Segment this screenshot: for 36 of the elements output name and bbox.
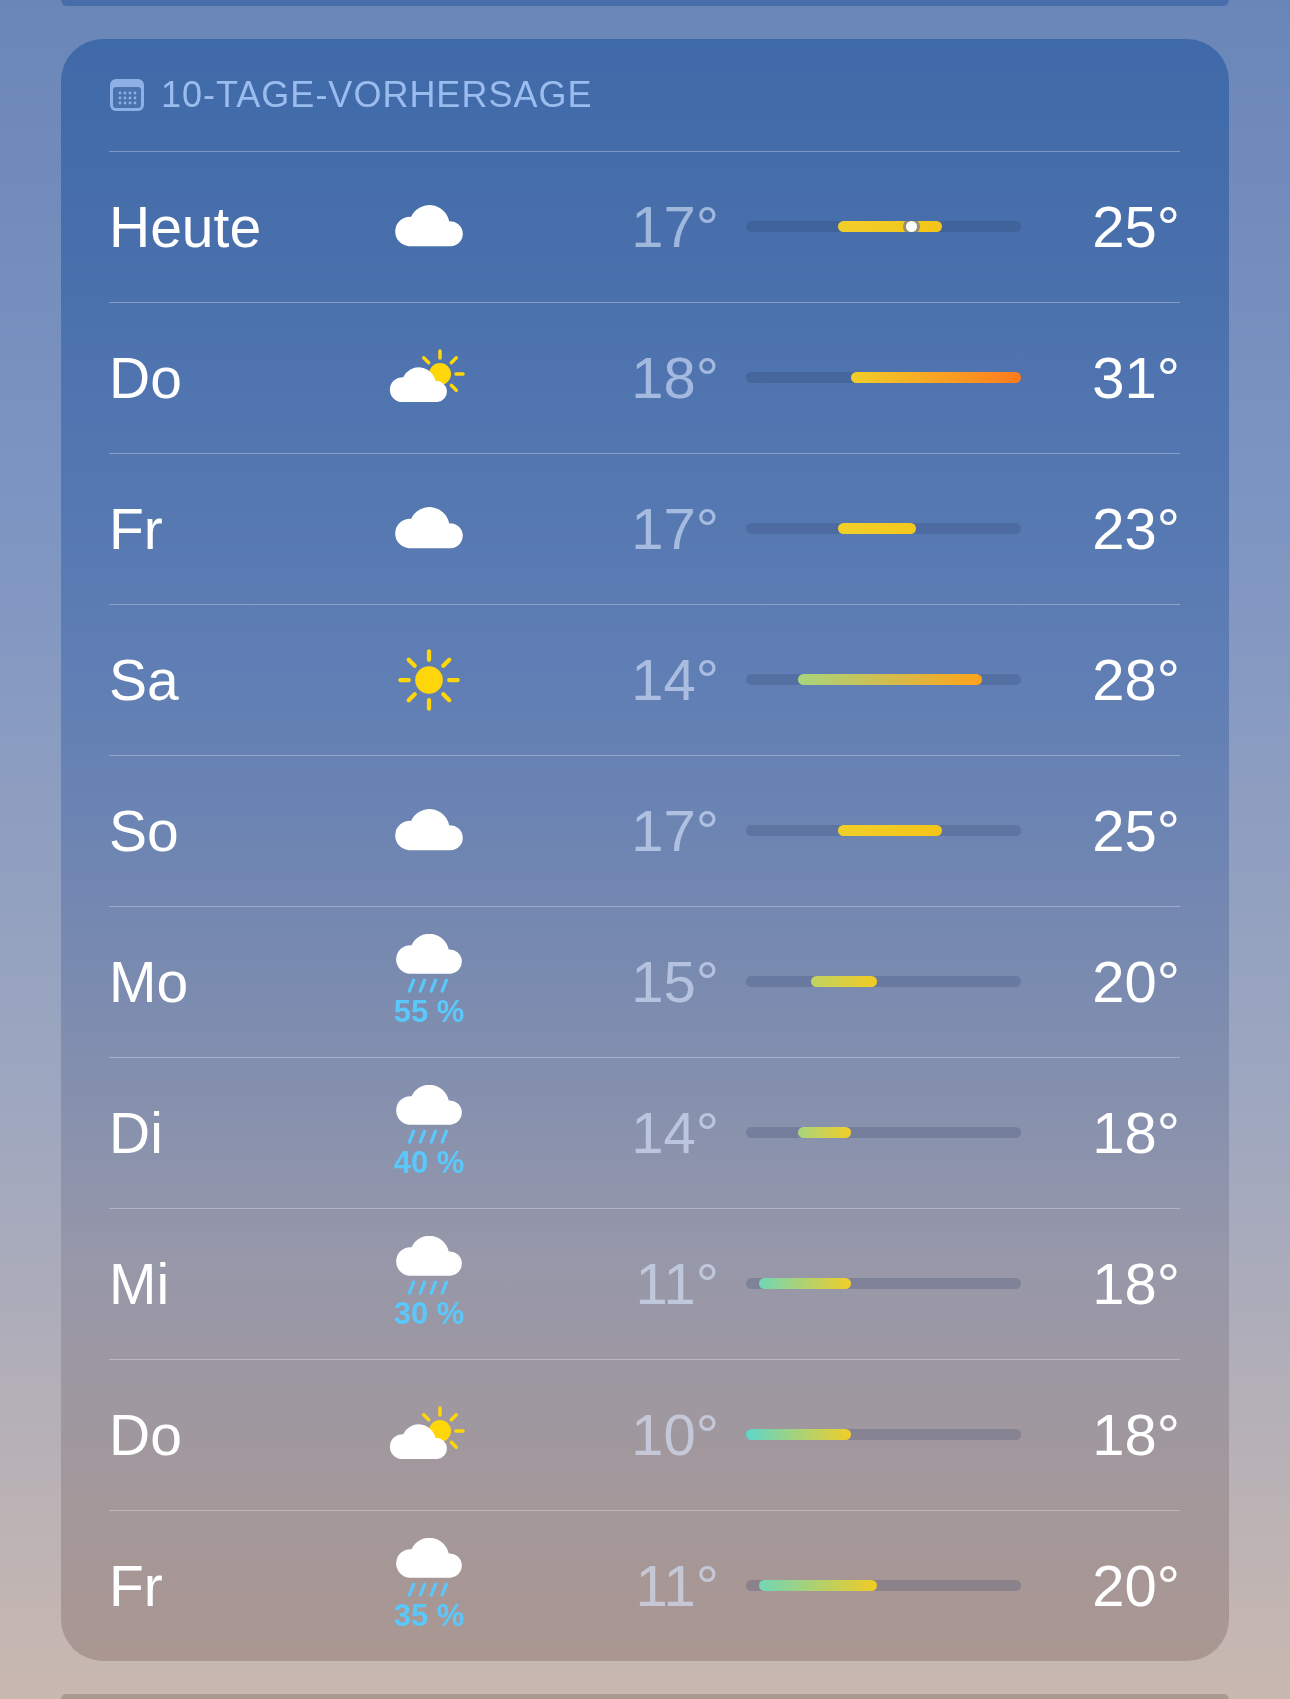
precipitation-chance: 35 % — [393, 1597, 465, 1634]
temperature-range-bar — [811, 976, 877, 987]
high-temperature: 25° — [1092, 193, 1180, 260]
day-label: Mi — [109, 1250, 171, 1317]
day-label: Mo — [109, 948, 190, 1015]
temperature-range-bar — [798, 1127, 851, 1138]
day-label: Fr — [109, 1552, 164, 1619]
high-temperature: 31° — [1092, 344, 1180, 411]
high-temperature: 18° — [1092, 1401, 1180, 1468]
precipitation-chance: 40 % — [393, 1144, 465, 1181]
day-label: Fr — [109, 495, 164, 562]
high-temperature: 20° — [1092, 948, 1180, 1015]
day-label: Sa — [109, 646, 180, 713]
low-temperature: 15° — [631, 948, 719, 1015]
low-temperature: 17° — [631, 495, 719, 562]
day-label: Do — [109, 1401, 183, 1468]
low-temperature: 17° — [631, 193, 719, 260]
section-title: 10-TAGE-VORHERSAGE — [161, 73, 593, 116]
precipitation-chance: 55 % — [393, 993, 465, 1030]
high-temperature: 25° — [1092, 797, 1180, 864]
day-label: Heute — [109, 193, 263, 260]
low-temperature: 11° — [635, 1552, 719, 1619]
high-temperature: 20° — [1092, 1552, 1180, 1619]
precipitation-chance: 30 % — [393, 1295, 465, 1332]
low-temperature: 14° — [631, 646, 719, 713]
low-temperature: 10° — [631, 1401, 719, 1468]
high-temperature: 18° — [1092, 1250, 1180, 1317]
high-temperature: 18° — [1092, 1099, 1180, 1166]
high-temperature: 28° — [1092, 646, 1180, 713]
high-temperature: 23° — [1092, 495, 1180, 562]
day-label: Di — [109, 1099, 164, 1166]
day-label: Do — [109, 344, 183, 411]
calendar-icon — [109, 77, 145, 112]
low-temperature: 17° — [631, 797, 719, 864]
day-label: So — [109, 797, 180, 864]
low-temperature: 18° — [631, 344, 719, 411]
